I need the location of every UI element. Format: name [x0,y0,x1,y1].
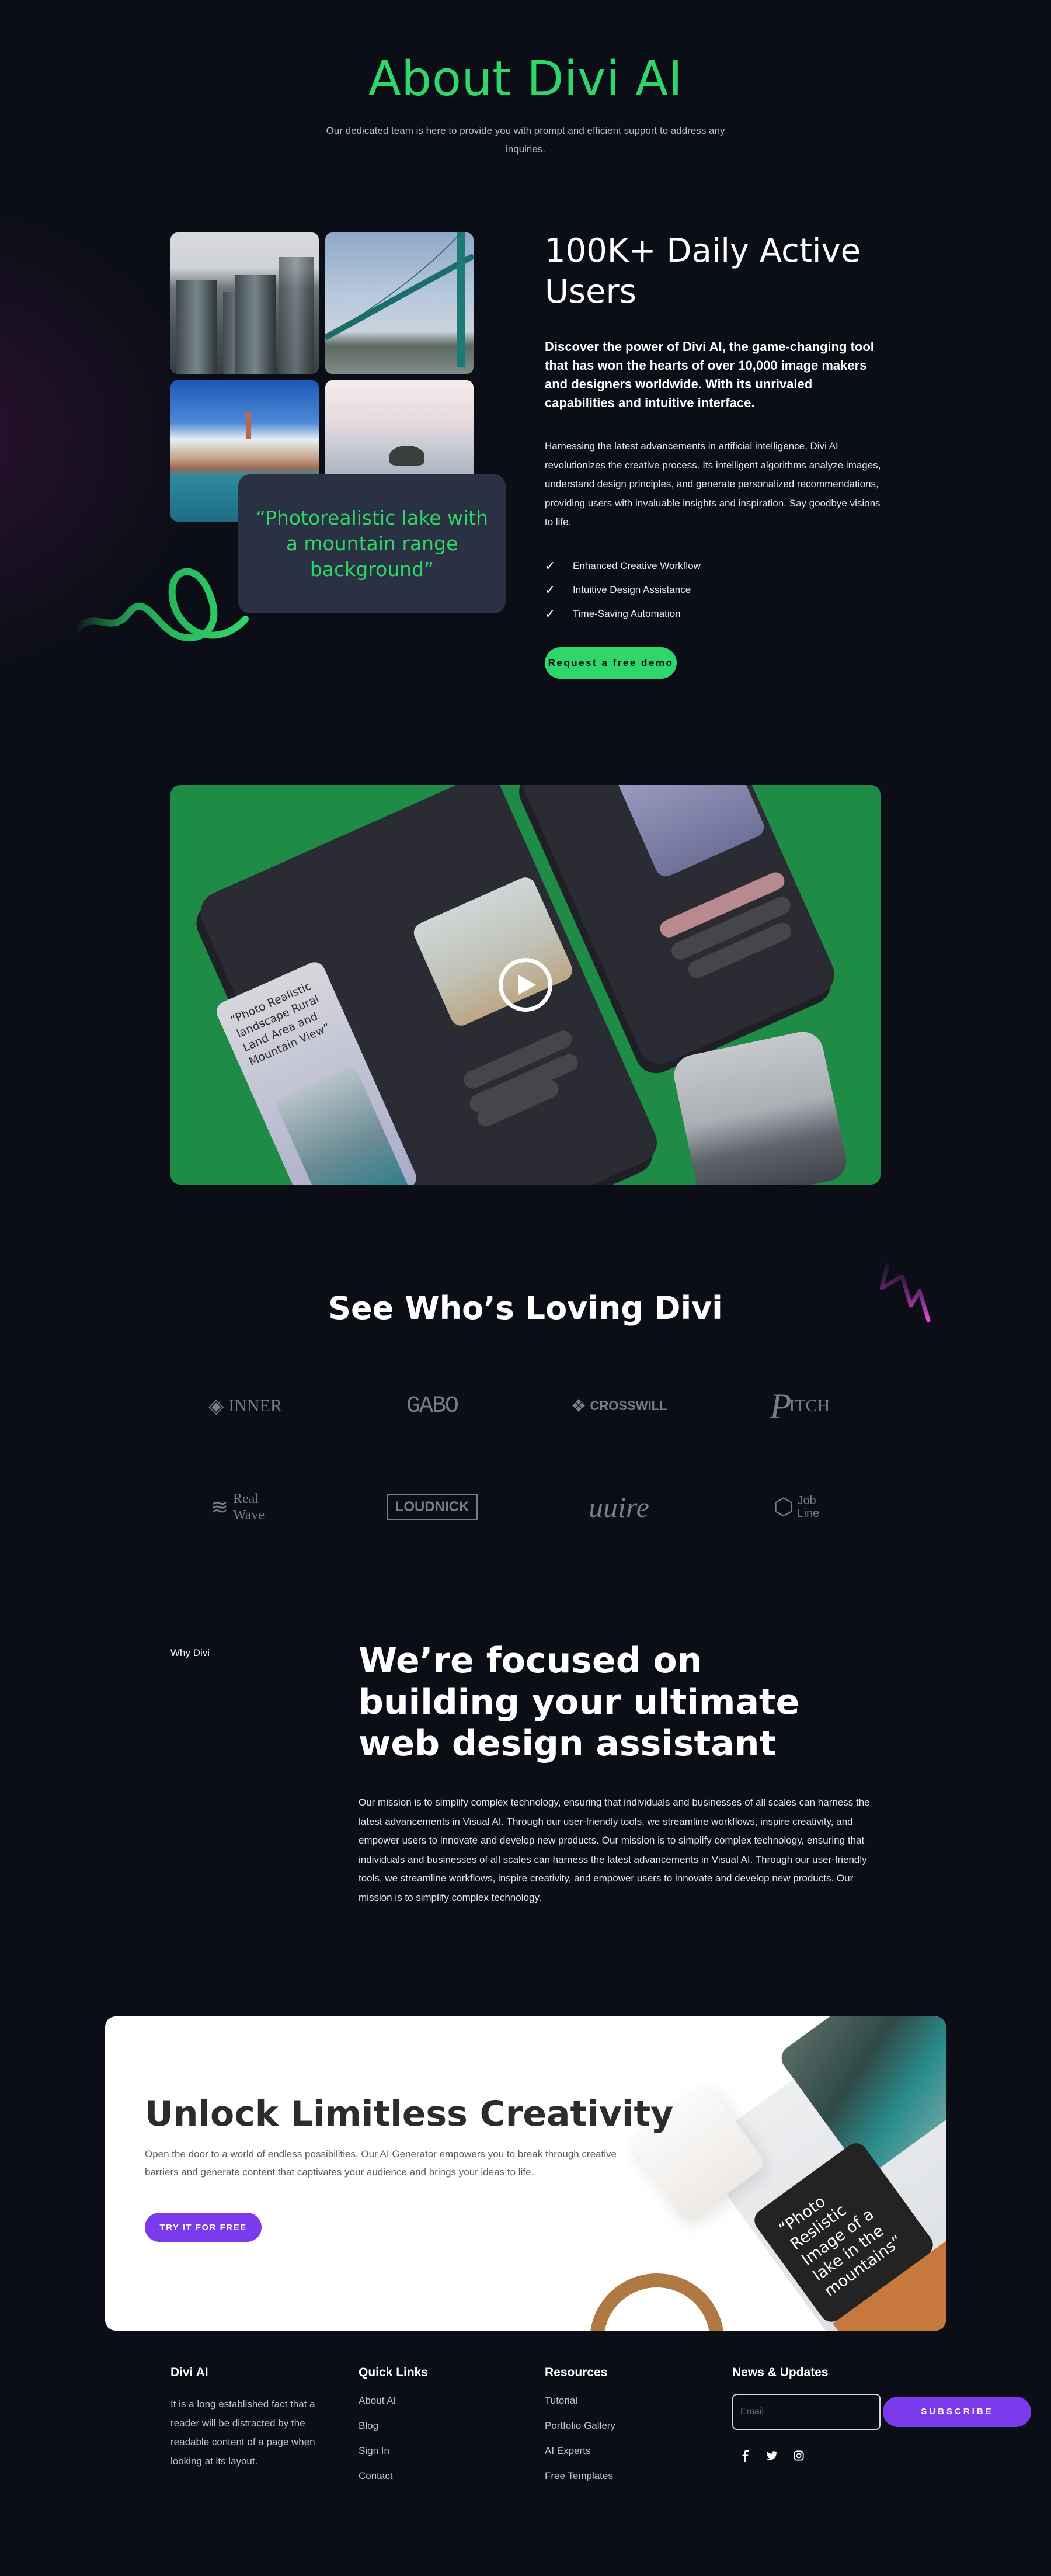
cta-title: Unlock Limitless Creativity [145,2094,674,2134]
logo-jobline: ⬡ Job Line [773,1494,820,1520]
feature-label: Intuitive Design Assistance [573,584,691,595]
logo-crosswill: ❖ CROSSWILL [570,1396,667,1416]
footer-newsletter: News & Updates SUBSCRIBE [732,2366,1032,2462]
cta-prompt-text: “Photo Reslistic Image of a lake in the … [775,2192,906,2300]
feature-label: Time-Saving Automation [573,607,681,619]
city-skyline-image [670,1027,851,1185]
hexagon-icon: ⬡ [773,1494,794,1520]
try-free-button[interactable]: TRY IT FOR FREE [145,2213,262,2242]
stats-title: 100K+ Daily Active Users [545,232,861,311]
why-title: We’re focused on building your ultimate … [359,1640,800,1764]
logo-gabo: GABO [406,1393,459,1419]
green-squiggle-decoration [72,568,249,641]
footer-link-ai-experts[interactable]: AI Experts [545,2445,590,2456]
footer-quick-links-title: Quick Links [359,2366,429,2379]
play-icon [518,975,536,995]
feature-item: ✓ Intuitive Design Assistance [545,578,701,602]
crosswill-mark-icon: ❖ [570,1396,587,1416]
footer-brand-text: It is a long established fact that a rea… [170,2398,315,2467]
email-input[interactable] [732,2394,881,2430]
logo-pitch: P ITCH [770,1386,830,1425]
social-links [732,2450,1031,2462]
twitter-icon[interactable] [766,2450,778,2462]
footer-link-portfolio-gallery[interactable]: Portfolio Gallery [545,2420,615,2431]
pink-squiggle-decoration [879,1262,931,1322]
footer-news-title: News & Updates [732,2366,829,2379]
footer-link-about-ai[interactable]: About AI [359,2395,396,2406]
stats-body: Harnessing the latest advancements in ar… [545,440,881,527]
logo-realwave: ≋ Real Wave [210,1491,265,1523]
page-title: About Divi AI [368,51,683,107]
footer-brand: Divi AI It is a long established fact th… [170,2366,322,2471]
feature-item: ✓ Time-Saving Automation [545,602,701,626]
logo-inner: ◈ INNER [208,1395,282,1417]
p-mark-icon: P [770,1386,792,1425]
footer-quick-links: Quick Links About AI Blog Sign In Contac… [359,2366,428,2495]
footer-link-free-templates[interactable]: Free Templates [545,2470,613,2481]
feature-label: Enhanced Creative Workflow [573,560,701,571]
bag-handle-image [590,2273,724,2331]
instagram-icon[interactable] [793,2450,805,2462]
stats-lead: Discover the power of Divi AI, the game-… [545,339,874,410]
logo-loudnick: LOUDNICK [356,1481,508,1533]
feature-list: ✓ Enhanced Creative Workflow ✓ Intuitive… [545,554,701,626]
footer-brand-title: Divi AI [170,2366,208,2379]
facebook-icon[interactable] [739,2450,751,2462]
prompt-quote: “Photorealistic lake with a mountain ran… [256,506,488,581]
cta-body: Open the door to a world of endless poss… [145,2148,617,2178]
bridge-image [325,232,474,374]
footer-resources-title: Resources [545,2366,608,2379]
check-icon: ✓ [545,558,556,573]
request-demo-button[interactable]: Request a free demo [545,647,677,679]
why-label: Why Divi [170,1647,210,1658]
bridge-graphic [325,232,474,367]
footer-link-contact[interactable]: Contact [359,2470,393,2481]
why-body: Our mission is to simplify complex techn… [359,1797,870,1903]
diamond-icon: ◈ [208,1395,224,1417]
feature-item: ✓ Enhanced Creative Workflow [545,554,701,578]
city-towers-image [170,232,319,374]
footer-resources: Resources Tutorial Portfolio Gallery AI … [545,2366,615,2495]
video-player[interactable]: “Photo Realistic landscape Rural Land Ar… [170,785,881,1185]
check-icon: ✓ [545,606,556,621]
hero-subtitle: Our dedicated team is here to provide yo… [326,125,725,155]
subscribe-button[interactable]: SUBSCRIBE [883,2396,1032,2427]
check-icon: ✓ [545,582,556,597]
logo-wire: uuire [589,1491,649,1523]
footer-link-sign-in[interactable]: Sign In [359,2445,389,2456]
footer-link-blog[interactable]: Blog [359,2420,378,2431]
play-button[interactable] [499,958,552,1012]
cta-banner: “Photo Reslistic Image of a lake in the … [105,2016,946,2331]
footer-link-tutorial[interactable]: Tutorial [545,2395,577,2406]
wave-icon: ≋ [210,1495,229,1519]
